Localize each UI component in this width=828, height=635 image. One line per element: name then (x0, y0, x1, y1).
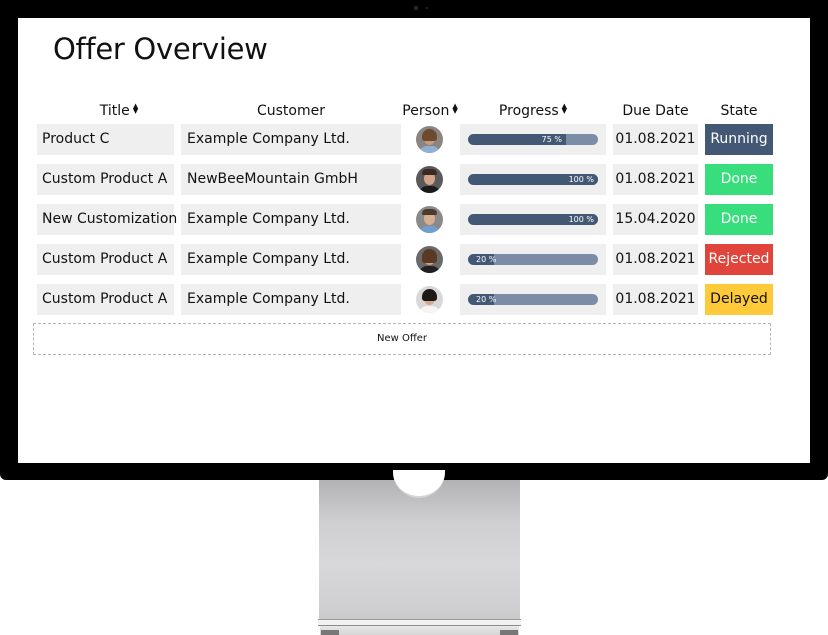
state-badge[interactable]: Done (705, 204, 773, 235)
avatar-shirt (419, 226, 440, 233)
cell-person[interactable] (416, 244, 444, 275)
column-header-label: Person (402, 103, 450, 119)
avatar-hair (422, 169, 437, 175)
progress-bar: 100 % (468, 214, 598, 225)
column-header-label: Title (99, 103, 130, 119)
progress-bar: 20 % (468, 294, 598, 305)
cell-person[interactable] (416, 124, 444, 155)
cell-due-date[interactable]: 01.08.2021 (613, 244, 698, 275)
new-offer-button[interactable]: New Offer (33, 323, 771, 355)
column-header-due-date: Due Date (613, 103, 698, 119)
column-header-person[interactable]: Person ▲ ▼ (396, 103, 464, 120)
cell-title[interactable]: New Customization (37, 204, 177, 235)
avatar-icon[interactable] (416, 206, 443, 233)
column-header-label: State (720, 103, 758, 119)
cell-person[interactable] (416, 164, 444, 195)
progress-label: 20 % (476, 255, 497, 264)
page-title: Offer Overview (53, 32, 268, 66)
progress-label: 75 % (541, 135, 562, 144)
avatar-hair (422, 209, 437, 215)
cell-due-date[interactable]: 01.08.2021 (613, 284, 698, 315)
column-header-customer: Customer (181, 103, 401, 119)
cell-customer[interactable]: Example Company Ltd. (181, 244, 401, 275)
cell-title[interactable]: Custom Product A (37, 164, 174, 195)
screen: Offer Overview Title ▲ ▼ Customer Person ▲ ▼… (18, 18, 810, 463)
avatar-icon[interactable] (416, 246, 443, 273)
progress-bar: 20 % (468, 254, 598, 265)
progress-bar: 100 % (468, 174, 598, 185)
cell-customer[interactable]: Example Company Ltd. (181, 124, 401, 155)
column-header-label: Progress (498, 103, 559, 119)
cell-customer[interactable]: Example Company Ltd. (181, 204, 401, 235)
cell-title[interactable]: Custom Product A (37, 244, 174, 275)
camera-icon (414, 6, 418, 10)
sort-arrows-icon[interactable]: ▲ ▼ (452, 103, 457, 117)
cell-title[interactable]: Product C (37, 124, 174, 155)
cell-due-date[interactable]: 15.04.2020 (613, 204, 698, 235)
camera-sensor-icon (426, 7, 428, 9)
stand-foot-right (500, 630, 518, 635)
progress-bar: 75 % (468, 134, 598, 145)
avatar-hair (422, 249, 437, 263)
avatar-shirt (419, 306, 440, 313)
cell-person[interactable] (416, 284, 444, 315)
stand-foot-left (321, 630, 339, 635)
avatar-icon[interactable] (416, 166, 443, 193)
cell-progress: 100 % (460, 164, 606, 195)
stand-base (318, 619, 521, 626)
progress-label: 20 % (476, 295, 497, 304)
avatar-hair (422, 129, 437, 141)
cell-customer[interactable]: NewBeeMountain GmbH (181, 164, 401, 195)
avatar-shirt (419, 186, 440, 193)
monitor-stand (319, 480, 520, 620)
cell-progress: 75 % (460, 124, 606, 155)
state-badge[interactable]: Delayed (705, 284, 773, 315)
column-header-progress[interactable]: Progress ▲ ▼ (460, 103, 606, 120)
column-header-label: Due Date (622, 103, 689, 119)
cell-title[interactable]: Custom Product A (37, 284, 174, 315)
stand-foot (320, 626, 519, 635)
cell-progress: 100 % (460, 204, 606, 235)
column-header-state: State (705, 103, 773, 119)
cell-customer[interactable]: Example Company Ltd. (181, 284, 401, 315)
state-badge[interactable]: Done (705, 164, 773, 195)
cell-progress: 20 % (460, 284, 606, 315)
cell-progress: 20 % (460, 244, 606, 275)
avatar-shirt (419, 146, 440, 153)
cell-person[interactable] (416, 204, 444, 235)
sort-arrows-icon[interactable]: ▲ ▼ (562, 103, 567, 117)
avatar-icon[interactable] (416, 286, 443, 313)
cell-due-date[interactable]: 01.08.2021 (613, 164, 698, 195)
sort-arrows-icon[interactable]: ▲ ▼ (133, 103, 138, 117)
column-header-title[interactable]: Title ▲ ▼ (37, 103, 201, 120)
state-badge[interactable]: Rejected (705, 244, 773, 275)
cell-due-date[interactable]: 01.08.2021 (613, 124, 698, 155)
column-header-label: Customer (256, 103, 325, 119)
avatar-hair (422, 289, 437, 301)
avatar-shirt (419, 266, 440, 273)
progress-label: 100 % (568, 215, 594, 224)
progress-label: 100 % (568, 175, 594, 184)
avatar-icon[interactable] (416, 126, 443, 153)
state-badge[interactable]: Running (705, 124, 773, 155)
